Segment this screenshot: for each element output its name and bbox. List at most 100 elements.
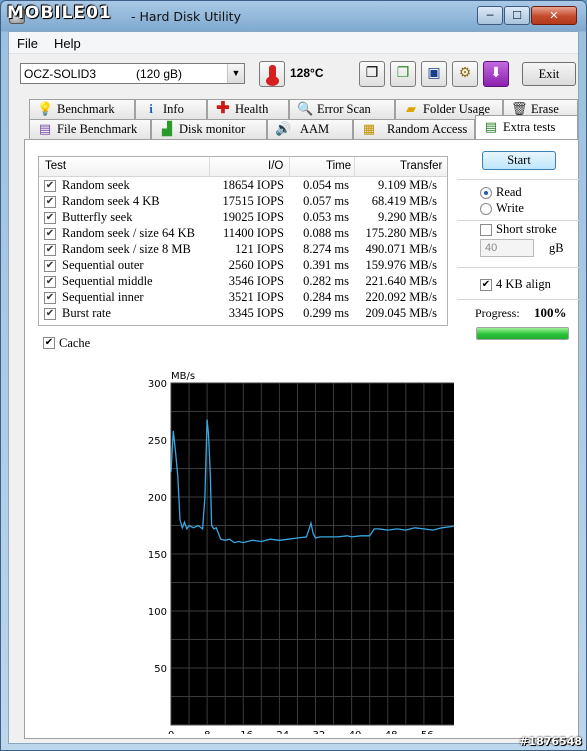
transfer-value: 68.419 MB/s bbox=[371, 194, 437, 208]
table-row[interactable]: ✔ Random seek / size 8 MB 121 IOPS 8.274 ms… bbox=[39, 242, 447, 258]
table-row[interactable]: ✔ Random seek 4 KB 17515 IOPS 0.057 ms 68.41… bbox=[39, 194, 447, 210]
header-test[interactable]: Test bbox=[45, 160, 66, 172]
cache-checkbox[interactable]: ✔ bbox=[43, 337, 55, 349]
x-tick-label: 48 bbox=[385, 730, 398, 734]
tab-benchmark[interactable]: 💡 Benchmark bbox=[29, 99, 135, 119]
table-header: Test I/O Time Transfer bbox=[39, 157, 447, 177]
progress-value: 100% bbox=[534, 305, 567, 320]
align-4kb-checkbox[interactable]: ✔ bbox=[480, 279, 492, 291]
gb-unit-label: gB bbox=[549, 241, 564, 255]
tab-label: Health bbox=[235, 102, 269, 116]
menu-file[interactable]: File bbox=[17, 36, 38, 51]
row-checkbox[interactable]: ✔ bbox=[44, 228, 56, 240]
table-row[interactable]: ✔ Sequential inner 3521 IOPS 0.284 ms 220.09… bbox=[39, 290, 447, 306]
chevron-down-icon[interactable]: ▼ bbox=[227, 64, 244, 83]
table-row[interactable]: ✔ Random seek / size 64 KB 11400 IOPS 0.088… bbox=[39, 226, 447, 242]
health-cross-icon: ✚ bbox=[216, 100, 230, 117]
io-value: 17515 IOPS bbox=[222, 194, 284, 208]
copy-screenshot-button[interactable]: ❐ bbox=[390, 61, 416, 87]
tab-disk-monitor[interactable]: ▟ Disk monitor bbox=[151, 119, 267, 139]
row-checkbox[interactable]: ✔ bbox=[44, 292, 56, 304]
cache-label: Cache bbox=[59, 336, 91, 350]
y-tick-label: 250 bbox=[148, 436, 167, 447]
corner-watermark: #1876548 bbox=[519, 735, 582, 748]
test-name: Sequential inner bbox=[62, 290, 144, 304]
io-value: 3521 IOPS bbox=[228, 290, 284, 304]
thermometer-icon bbox=[259, 61, 285, 87]
read-label: Read bbox=[496, 185, 522, 199]
tab-file-benchmark[interactable]: ▤ File Benchmark bbox=[29, 119, 151, 139]
tab-extra-tests[interactable]: ▤ Extra tests bbox=[475, 115, 578, 139]
x-tick-label: 24 bbox=[276, 730, 289, 734]
transfer-value: 490.071 MB/s bbox=[365, 242, 437, 256]
tab-label: Extra tests bbox=[503, 120, 556, 134]
row-checkbox[interactable]: ✔ bbox=[44, 244, 56, 256]
write-radio[interactable] bbox=[480, 203, 492, 215]
tab-label: File Benchmark bbox=[57, 122, 138, 136]
options-button[interactable]: ⚙ bbox=[452, 61, 478, 87]
time-value: 0.054 ms bbox=[303, 178, 349, 192]
watermark-logo: MOBILE01 bbox=[7, 3, 112, 23]
download-button[interactable]: ⬇ bbox=[483, 61, 509, 87]
options-icon: ⚙ bbox=[458, 66, 472, 81]
exit-button[interactable]: Exit bbox=[522, 62, 576, 86]
download-icon: ⬇ bbox=[490, 66, 502, 81]
drive-select[interactable]: OCZ-SOLID3 (120 gB) ▼ bbox=[20, 63, 245, 84]
tab-label: Error Scan bbox=[317, 102, 371, 116]
short-stroke-checkbox[interactable] bbox=[480, 224, 492, 236]
io-value: 11400 IOPS bbox=[222, 226, 284, 240]
save-button[interactable]: ▣ bbox=[421, 61, 447, 87]
dots-icon: ▦ bbox=[362, 121, 376, 136]
time-value: 0.391 ms bbox=[303, 258, 349, 272]
row-checkbox[interactable]: ✔ bbox=[44, 180, 56, 192]
window-title: - Hard Disk Utility bbox=[131, 9, 241, 24]
row-checkbox[interactable]: ✔ bbox=[44, 196, 56, 208]
menu-help[interactable]: Help bbox=[54, 36, 81, 51]
io-value: 19025 IOPS bbox=[222, 210, 284, 224]
minimize-button[interactable]: ─ bbox=[477, 6, 503, 25]
table-row[interactable]: ✔ Sequential outer 2560 IOPS 0.391 ms 159.97… bbox=[39, 258, 447, 274]
table-row[interactable]: ✔ Sequential middle 3546 IOPS 0.282 ms 221.6… bbox=[39, 274, 447, 290]
test-name: Random seek / size 64 KB bbox=[62, 226, 195, 240]
time-value: 8.274 ms bbox=[303, 242, 349, 256]
tab-error-scan[interactable]: 🔍 Error Scan bbox=[289, 99, 395, 119]
tab-info[interactable]: i Info bbox=[135, 99, 207, 119]
start-button[interactable]: Start bbox=[482, 151, 556, 170]
magnifier-icon: 🔍 bbox=[297, 101, 314, 116]
transfer-value: 221.640 MB/s bbox=[365, 274, 437, 288]
short-stroke-label: Short stroke bbox=[496, 222, 557, 236]
io-value: 18654 IOPS bbox=[222, 178, 284, 192]
progress-fill bbox=[477, 328, 568, 339]
test-name: Random seek 4 KB bbox=[62, 194, 160, 208]
save-icon: ▣ bbox=[427, 66, 441, 81]
copy-screenshot-icon: ❐ bbox=[396, 66, 410, 81]
tab-random-access[interactable]: ▦ Random Access bbox=[353, 119, 475, 139]
row-checkbox[interactable]: ✔ bbox=[44, 260, 56, 272]
title-bar[interactable]: - Hard Disk Utility MOBILE01 ─ ☐ ✕ bbox=[1, 1, 586, 31]
table-row[interactable]: ✔ Random seek 18654 IOPS 0.054 ms 9.109 MB/s bbox=[39, 178, 447, 194]
transfer-chart: 0816243240485664MB50100150200250300MB/s bbox=[34, 364, 484, 741]
table-row[interactable]: ✔ Burst rate 3345 IOPS 0.299 ms 209.045 MB/s bbox=[39, 306, 447, 322]
y-tick-label: 50 bbox=[154, 664, 167, 675]
tab-aam[interactable]: 🔊 AAM bbox=[267, 119, 353, 139]
io-value: 2560 IOPS bbox=[228, 258, 284, 272]
row-checkbox[interactable]: ✔ bbox=[44, 212, 56, 224]
close-button[interactable]: ✕ bbox=[531, 6, 577, 25]
io-value: 3345 IOPS bbox=[228, 306, 284, 320]
tab-health[interactable]: ✚ Health bbox=[207, 99, 289, 119]
header-time[interactable]: Time bbox=[326, 160, 351, 172]
chart-icon: ▟ bbox=[162, 121, 172, 136]
x-tick-label: 40 bbox=[349, 730, 362, 734]
file-bench-icon: ▤ bbox=[38, 121, 52, 136]
row-checkbox[interactable]: ✔ bbox=[44, 308, 56, 320]
header-io[interactable]: I/O bbox=[268, 160, 283, 172]
read-radio[interactable] bbox=[480, 187, 492, 199]
row-checkbox[interactable]: ✔ bbox=[44, 276, 56, 288]
test-name: Sequential middle bbox=[62, 274, 153, 288]
copy-text-button[interactable]: ❐ bbox=[359, 61, 385, 87]
table-row[interactable]: ✔ Butterfly seek 19025 IOPS 0.053 ms 9.290 M… bbox=[39, 210, 447, 226]
app-window: - Hard Disk Utility MOBILE01 ─ ☐ ✕ File … bbox=[0, 0, 587, 751]
header-transfer[interactable]: Transfer bbox=[400, 160, 442, 172]
maximize-button[interactable]: ☐ bbox=[504, 6, 530, 25]
short-stroke-input[interactable]: 40 bbox=[480, 239, 534, 257]
